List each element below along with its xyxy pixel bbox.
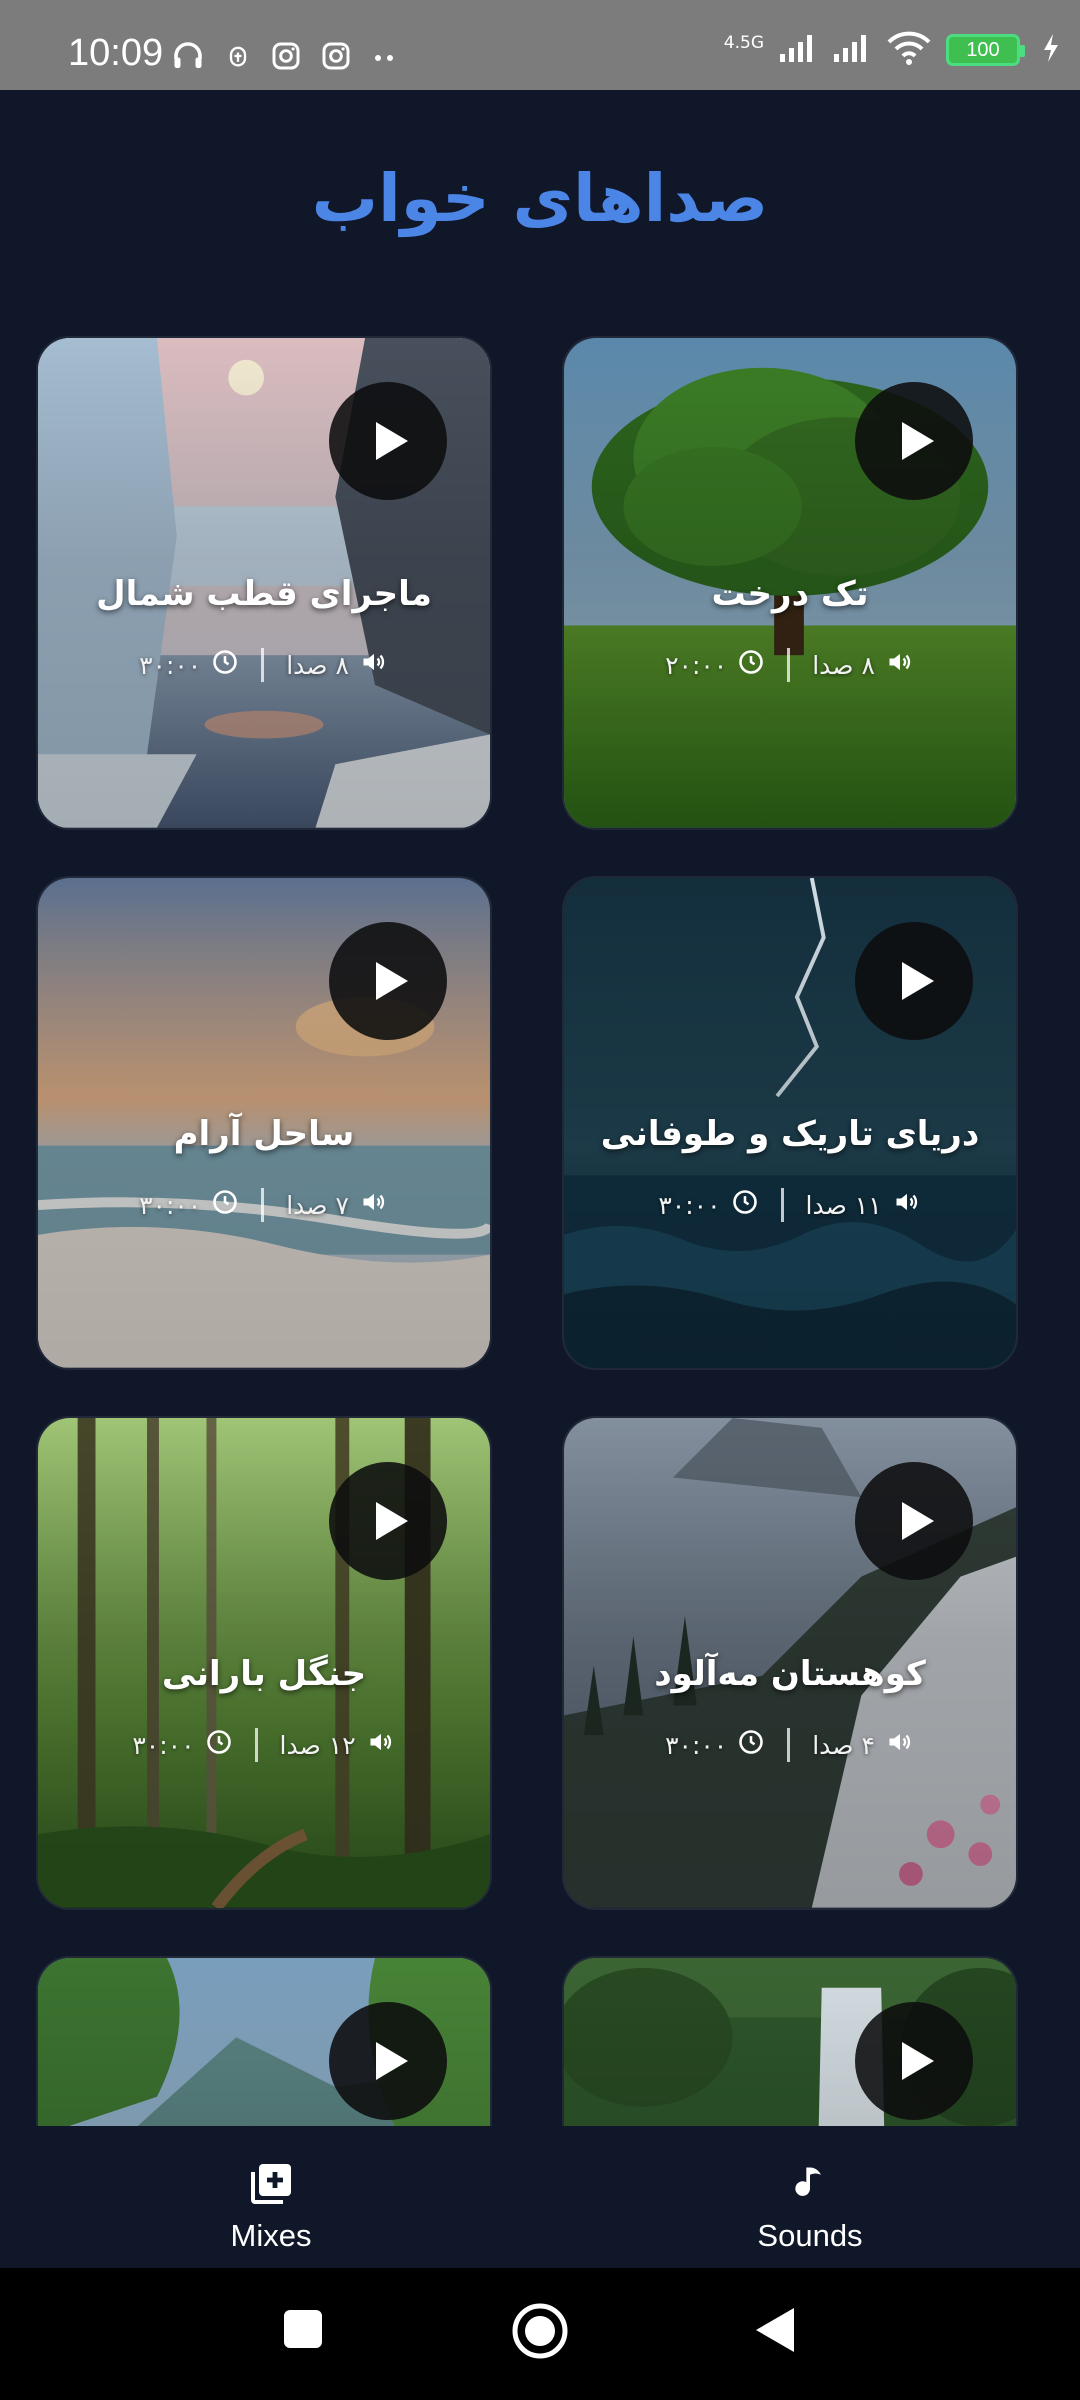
system-nav-bar — [0, 2268, 1080, 2400]
sound-count: ۱۱ صدا — [805, 1190, 882, 1220]
nav-label-mixes: Mixes — [230, 2218, 312, 2253]
sound-count: ۷ صدا — [286, 1190, 349, 1220]
card-meta: ۱۱ صدا ۳۰:۰۰ — [564, 1188, 1016, 1222]
volume-icon — [885, 1728, 915, 1762]
play-button[interactable] — [855, 922, 973, 1040]
sound-card[interactable]: دریای تاریک و طوفانی ۱۱ صدا ۳۰:۰۰ — [562, 876, 1018, 1370]
back-button[interactable] — [754, 2306, 796, 2358]
card-meta: ۷ صدا ۳۰:۰۰ — [38, 1188, 490, 1222]
recents-button[interactable] — [282, 2308, 324, 2354]
sound-card[interactable]: جنگل بارانی ۱۲ صدا ۳۰:۰۰ — [36, 1416, 492, 1910]
volume-icon — [359, 648, 389, 682]
page-title: صداهای خواب — [311, 160, 769, 237]
wifi-icon — [886, 30, 932, 70]
play-button[interactable] — [855, 1462, 973, 1580]
duration: ۳۰:۰۰ — [139, 1190, 202, 1220]
card-title: کوهستان مه‌آلود — [654, 1654, 926, 1694]
play-button[interactable] — [329, 922, 447, 1040]
play-button[interactable] — [329, 2002, 447, 2120]
home-button[interactable] — [511, 2302, 569, 2364]
card-meta: ۴ صدا ۳۰:۰۰ — [564, 1728, 1016, 1762]
card-meta: ۱۲ صدا ۳۰:۰۰ — [38, 1728, 490, 1762]
meta-divider — [780, 1188, 784, 1222]
sound-card[interactable] — [36, 1956, 492, 2126]
meta-divider — [787, 648, 791, 682]
battery-icon: 100 — [946, 34, 1025, 66]
sound-card[interactable]: ماجرای قطب شمال ۸ صدا ۳۰:۰۰ — [36, 336, 492, 830]
clock-icon — [737, 648, 765, 682]
more-dots-icon — [370, 49, 398, 68]
sounds-grid[interactable]: تک درخت ۸ صدا ۲۰:۰۰ ماجرای قطب شمال ۸ صد… — [36, 336, 1036, 2126]
play-button[interactable] — [855, 2002, 973, 2120]
sound-count: ۸ صدا — [812, 650, 875, 680]
play-button[interactable] — [329, 382, 447, 500]
status-bar: 10:09 4.5G 100 — [0, 0, 1080, 90]
signal-icon — [778, 32, 818, 68]
instagram-icon — [270, 40, 302, 76]
instagram-icon — [320, 40, 352, 76]
volume-icon — [366, 1728, 396, 1762]
meta-divider — [261, 1188, 265, 1222]
card-title: ساحل آرام — [173, 1114, 355, 1154]
sound-card[interactable]: تک درخت ۸ صدا ۲۰:۰۰ — [562, 336, 1018, 830]
volume-icon — [892, 1188, 922, 1222]
play-button[interactable] — [329, 1462, 447, 1580]
volume-icon — [885, 648, 915, 682]
duration: ۳۰:۰۰ — [139, 650, 202, 680]
network-type-label: 4.5G — [723, 32, 764, 53]
volume-icon — [359, 1188, 389, 1222]
meta-divider — [787, 1728, 791, 1762]
clock-icon — [211, 648, 239, 682]
sound-count: ۴ صدا — [812, 1730, 875, 1760]
clock-icon — [211, 1188, 239, 1222]
card-title: جنگل بارانی — [161, 1654, 367, 1694]
meta-divider — [254, 1728, 258, 1762]
sound-card[interactable]: کوهستان مه‌آلود ۴ صدا ۳۰:۰۰ — [562, 1416, 1018, 1910]
meta-divider — [261, 648, 265, 682]
nav-label-sounds: Sounds — [757, 2218, 863, 2253]
nav-item-mixes[interactable]: Mixes — [171, 2160, 371, 2254]
sound-card[interactable] — [562, 1956, 1018, 2126]
duration: ۳۰:۰۰ — [132, 1730, 195, 1760]
headphones-icon — [170, 38, 206, 78]
bottom-nav: Mixes Sounds — [0, 2126, 1080, 2268]
signal-icon — [832, 32, 872, 68]
music-note-icon — [788, 2167, 832, 2212]
clock-icon — [737, 1728, 765, 1762]
card-meta: ۸ صدا ۲۰:۰۰ — [564, 648, 1016, 682]
play-button[interactable] — [855, 382, 973, 500]
sound-count: ۱۲ صدا — [279, 1730, 356, 1760]
card-title: دریای تاریک و طوفانی — [600, 1114, 980, 1154]
bug-icon — [224, 41, 252, 75]
playlist-add-icon — [247, 2164, 295, 2212]
clock-icon — [205, 1728, 233, 1762]
duration: ۲۰:۰۰ — [665, 650, 728, 680]
card-title: ماجرای قطب شمال — [96, 574, 432, 614]
sound-count: ۸ صدا — [286, 650, 349, 680]
card-meta: ۸ صدا ۳۰:۰۰ — [38, 648, 490, 682]
nav-item-sounds[interactable]: Sounds — [710, 2160, 910, 2254]
charging-icon — [1042, 33, 1060, 67]
status-time: 10:09 — [68, 32, 164, 74]
duration: ۳۰:۰۰ — [658, 1190, 721, 1220]
duration: ۳۰:۰۰ — [665, 1730, 728, 1760]
battery-level: 100 — [966, 38, 1000, 61]
card-title: تک درخت — [711, 574, 869, 614]
clock-icon — [731, 1188, 759, 1222]
sound-card[interactable]: ساحل آرام ۷ صدا ۳۰:۰۰ — [36, 876, 492, 1370]
